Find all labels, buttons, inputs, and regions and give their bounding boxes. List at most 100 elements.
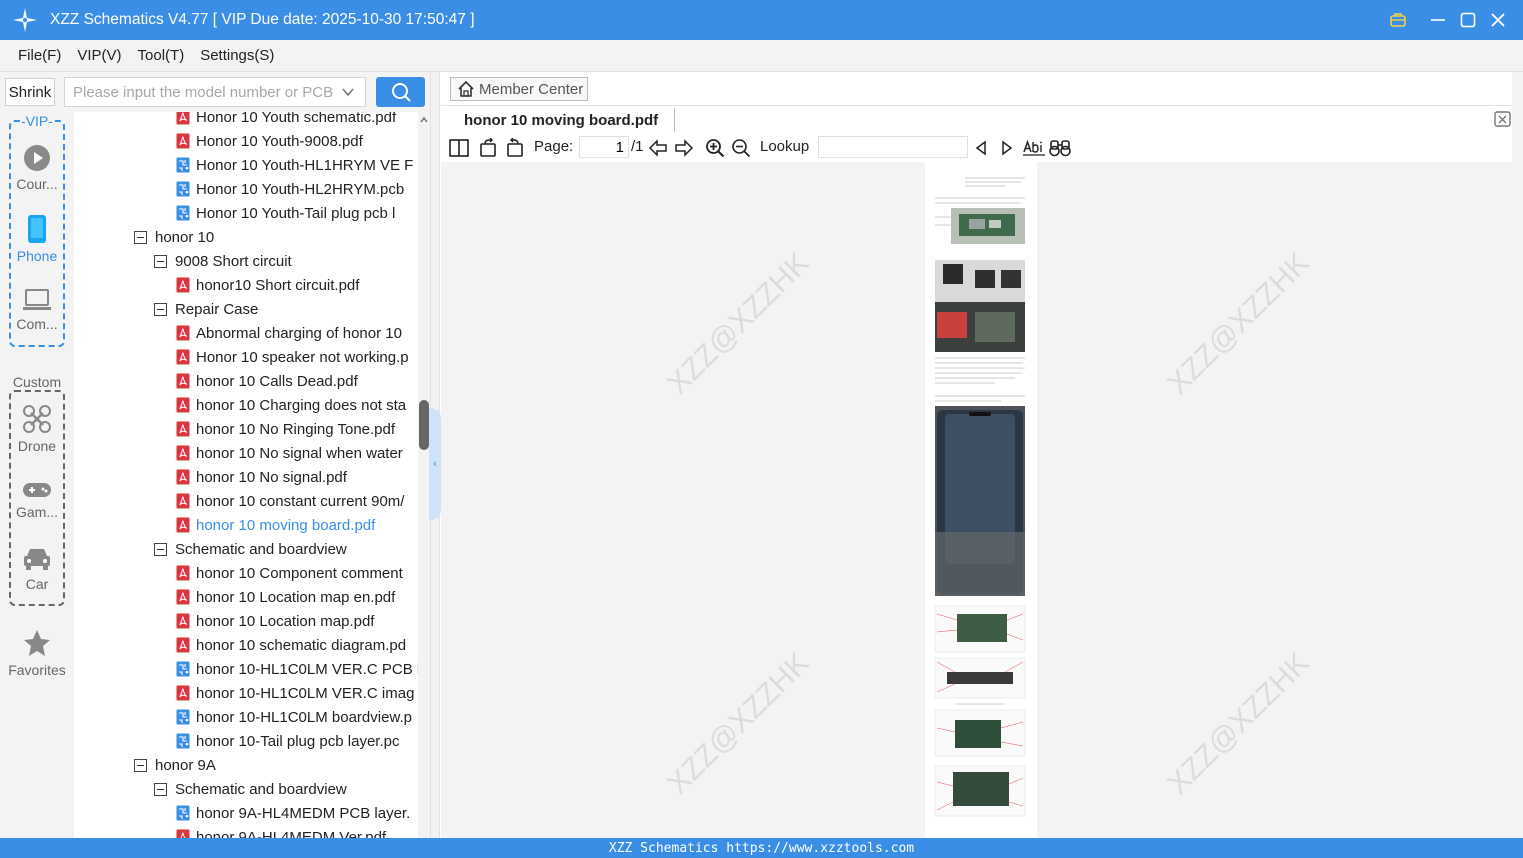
maximize-button[interactable] — [1453, 0, 1483, 40]
page-number-input[interactable] — [579, 136, 629, 158]
close-button[interactable] — [1483, 0, 1513, 40]
tree-folder[interactable]: Schematic and boardview — [154, 537, 418, 561]
rail-item-label: Cour... — [16, 176, 58, 192]
find-all-button[interactable] — [1049, 137, 1071, 159]
tree-folder[interactable]: honor 9A — [134, 753, 418, 777]
shrink-button[interactable]: Shrink — [5, 78, 55, 106]
viewer-scrollbar[interactable] — [1512, 72, 1523, 838]
zoom-out-icon — [732, 139, 751, 158]
tree-file[interactable]: honor 9A-HL4MEDM Ver.pdf — [176, 825, 418, 838]
triangle-left-icon — [975, 140, 986, 156]
tree-folder[interactable]: honor 10 — [134, 225, 418, 249]
pdf-file-icon — [176, 565, 190, 581]
collapse-toggle-icon[interactable] — [154, 542, 167, 556]
tree-item-label: honor 10 Location map.pdf — [196, 612, 375, 630]
menu-vip[interactable]: VIP(V) — [77, 47, 121, 64]
find-next-button[interactable] — [996, 137, 1018, 159]
tree-file[interactable]: honor 10 No signal when water — [176, 441, 418, 465]
search-input[interactable] — [64, 77, 366, 107]
collapse-panel-button[interactable]: ‹ — [429, 408, 441, 520]
watermark: XZZ@XZZHK — [661, 246, 816, 401]
tree-file[interactable]: honor 10 moving board.pdf — [176, 513, 418, 537]
tree-item-label: Honor 10 Youth-Tail plug pcb l — [196, 204, 396, 222]
zoom-in-button[interactable] — [704, 137, 726, 159]
scroll-up-icon[interactable] — [418, 114, 430, 126]
tree-file[interactable]: Honor 10 Youth-HL1HRYM VE F — [176, 153, 418, 177]
rail-item-game[interactable]: Gam... — [0, 480, 74, 520]
tree-file[interactable]: honor 10-Tail plug pcb layer.pc — [176, 729, 418, 753]
rail-item-courses[interactable]: Cour... — [0, 144, 74, 192]
menu-file[interactable]: File(F) — [18, 47, 61, 64]
rotate-left-button[interactable] — [477, 137, 499, 159]
tree-file[interactable]: Honor 10 Youth schematic.pdf — [176, 112, 418, 129]
tree-file[interactable]: honor 10 constant current 90m/ — [176, 489, 418, 513]
rail-item-drone[interactable]: Drone — [0, 404, 74, 454]
tree-file[interactable]: honor 10 schematic diagram.pd — [176, 633, 418, 657]
tree-item-label: Repair Case — [175, 300, 259, 318]
collapse-toggle-icon[interactable] — [154, 254, 167, 268]
vip-bag-button[interactable] — [1383, 0, 1413, 40]
tree-file[interactable]: Honor 10 Youth-9008.pdf — [176, 129, 418, 153]
rail-item-label: Favorites — [8, 662, 66, 678]
rail-item-phone[interactable]: Phone — [0, 214, 74, 264]
tree-scroll-thumb[interactable] — [419, 400, 429, 450]
pdf-file-icon — [176, 421, 190, 437]
pcb-file-icon — [176, 181, 190, 197]
tree-item-label: honor 10 No Ringing Tone.pdf — [196, 420, 396, 438]
prev-page-button[interactable] — [647, 137, 669, 159]
member-center-button[interactable]: Member Center — [450, 77, 588, 101]
menu-settings[interactable]: Settings(S) — [200, 47, 274, 64]
tree-file[interactable]: honor 10 No signal.pdf — [176, 465, 418, 489]
tree-folder[interactable]: Repair Case — [154, 297, 418, 321]
collapse-toggle-icon[interactable] — [154, 782, 167, 796]
tree-item-label: Abnormal charging of honor 10 — [196, 324, 402, 342]
minimize-button[interactable] — [1423, 0, 1453, 40]
page-label: Page: — [534, 138, 574, 155]
drone-icon — [23, 405, 51, 433]
watermark: XZZ@XZZHK — [1161, 646, 1316, 801]
member-center-label: Member Center — [479, 80, 584, 98]
menu-tool[interactable]: Tool(T) — [138, 47, 185, 64]
match-case-button[interactable] — [1023, 137, 1045, 159]
tree-file[interactable]: honor 10 Location map en.pdf — [176, 585, 418, 609]
tree-file[interactable]: Honor 10 Youth-Tail plug pcb l — [176, 201, 418, 225]
tree-file[interactable]: honor 10-HL1C0LM VER.C imag — [176, 681, 418, 705]
search-button[interactable] — [376, 77, 425, 107]
triangle-right-icon — [1002, 140, 1013, 156]
lookup-input[interactable] — [818, 136, 968, 158]
tree-file[interactable]: honor 9A-HL4MEDM PCB layer. — [176, 801, 418, 825]
rail-item-car[interactable]: Car — [0, 546, 74, 592]
rotate-right-button[interactable] — [504, 137, 526, 159]
tree-file[interactable]: Honor 10 speaker not working.p — [176, 345, 418, 369]
collapse-toggle-icon[interactable] — [134, 230, 147, 244]
tree-file[interactable]: honor 10 Calls Dead.pdf — [176, 369, 418, 393]
tree-file[interactable]: honor 10-HL1C0LM boardview.p — [176, 705, 418, 729]
tree-folder[interactable]: 9008 Short circuit — [154, 249, 418, 273]
rail-item-computer[interactable]: Com... — [0, 288, 74, 332]
zoom-out-button[interactable] — [730, 137, 752, 159]
tree-file[interactable]: honor 10 Component comment — [176, 561, 418, 585]
two-page-button[interactable] — [448, 137, 470, 159]
tree-file[interactable]: honor 10 Charging does not sta — [176, 393, 418, 417]
collapse-toggle-icon[interactable] — [154, 302, 167, 316]
close-tabs-icon[interactable] — [1493, 110, 1513, 128]
pdf-file-icon — [176, 397, 190, 413]
tree-file[interactable]: honor10 Short circuit.pdf — [176, 273, 418, 297]
tree-file[interactable]: honor 10 No Ringing Tone.pdf — [176, 417, 418, 441]
collapse-toggle-icon[interactable] — [134, 758, 147, 772]
tree-file[interactable]: Honor 10 Youth-HL2HRYM.pcb — [176, 177, 418, 201]
status-bar: XZZ Schematics https://www.xzztools.com — [0, 838, 1523, 858]
minimize-icon — [1431, 19, 1445, 21]
tree-folder[interactable]: Schematic and boardview — [154, 777, 418, 801]
phone-icon — [28, 215, 46, 243]
rail-item-favorites[interactable]: Favorites — [0, 628, 74, 678]
next-page-button[interactable] — [673, 137, 695, 159]
find-prev-button[interactable] — [970, 137, 992, 159]
chevron-down-icon[interactable] — [340, 84, 356, 100]
tree-file[interactable]: honor 10 Location map.pdf — [176, 609, 418, 633]
tree-file[interactable]: Abnormal charging of honor 10 — [176, 321, 418, 345]
document-viewer[interactable]: XZZ@XZZHK XZZ@XZZHK XZZ@XZZHK XZZ@XZZHK — [441, 162, 1523, 838]
play-circle-icon — [24, 145, 50, 171]
document-tab[interactable]: honor 10 moving board.pdf — [451, 108, 675, 132]
tree-file[interactable]: honor 10-HL1C0LM VER.C PCB l — [176, 657, 418, 681]
